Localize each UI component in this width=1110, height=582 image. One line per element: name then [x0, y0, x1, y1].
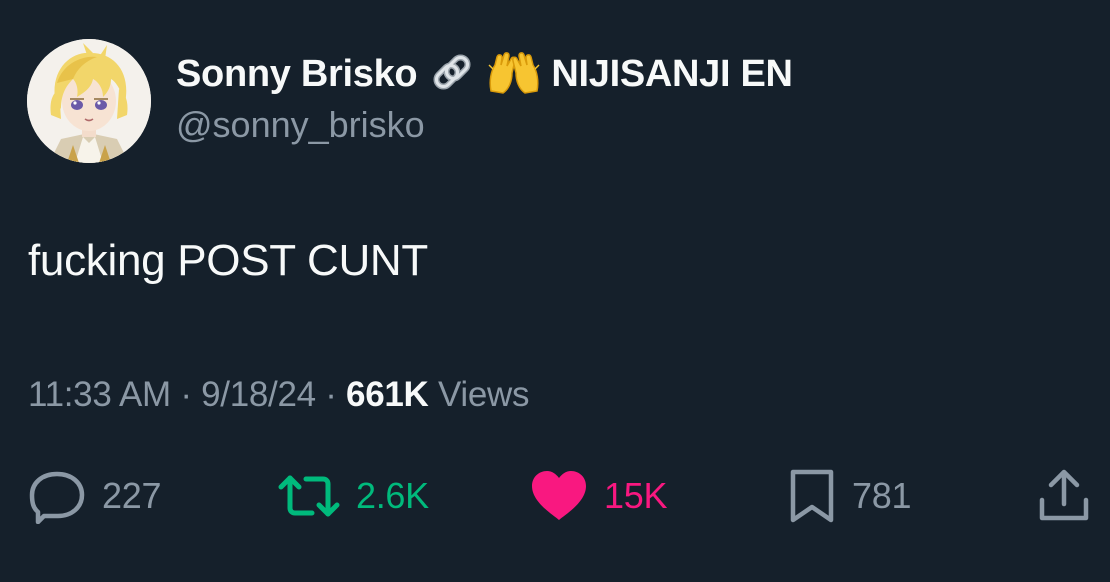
share-icon	[1036, 468, 1092, 524]
retweet-icon	[278, 472, 340, 520]
views-count[interactable]: 661K	[346, 375, 429, 414]
raising-hands-icon	[487, 51, 541, 97]
reply-button[interactable]: 227	[28, 468, 161, 524]
heart-icon	[530, 470, 588, 522]
link-icon	[429, 51, 475, 97]
tweet-time[interactable]: 11:33 AM	[28, 375, 171, 414]
affiliation-label[interactable]: NIJISANJI EN	[551, 53, 793, 96]
tweet-date[interactable]: 9/18/24	[201, 375, 316, 414]
bookmark-icon	[788, 468, 836, 524]
avatar[interactable]	[27, 39, 151, 163]
author-name-row: Sonny Brisko NIJISANJI EN	[176, 50, 793, 98]
tweet-meta: 11:33 AM · 9/18/24 · 661K Views	[28, 375, 530, 415]
like-count: 15K	[604, 475, 668, 516]
bookmark-count: 781	[852, 475, 912, 516]
views-label[interactable]: Views	[438, 375, 530, 414]
tweet-text: fucking POST CUNT	[28, 236, 428, 285]
share-button[interactable]	[1036, 468, 1092, 524]
retweet-count: 2.6K	[356, 475, 429, 516]
reply-count: 227	[102, 475, 162, 516]
display-name[interactable]: Sonny Brisko	[176, 53, 418, 96]
tweet-card: Sonny Brisko NIJISANJI EN @sonny_brisko …	[0, 0, 1110, 582]
meta-separator: ·	[180, 375, 192, 414]
retweet-button[interactable]: 2.6K	[278, 468, 429, 524]
author-handle[interactable]: @sonny_brisko	[176, 104, 425, 146]
like-button[interactable]: 15K	[530, 468, 667, 524]
meta-separator: ·	[325, 375, 337, 414]
bookmark-button[interactable]: 781	[788, 468, 911, 524]
reply-bubble-icon	[28, 468, 86, 524]
